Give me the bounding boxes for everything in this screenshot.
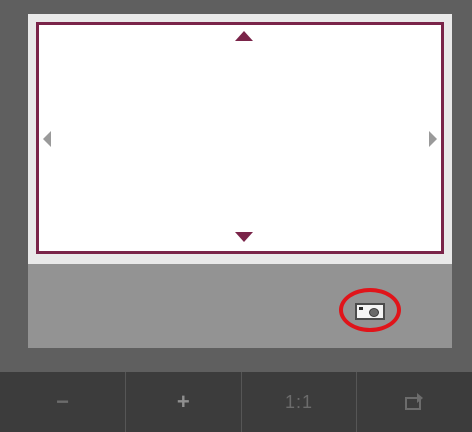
arrow-left-icon[interactable] <box>43 131 51 147</box>
zoom-in-label: + <box>176 389 190 414</box>
actual-size-button[interactable]: 1:1 <box>242 372 358 432</box>
zoom-out-button[interactable]: − <box>0 372 126 432</box>
crop-area[interactable] <box>36 22 444 254</box>
camera-button[interactable] <box>339 288 401 332</box>
zoom-in-button[interactable]: + <box>126 372 242 432</box>
preview-frame <box>28 14 452 264</box>
camera-lens <box>369 308 379 317</box>
bottom-toolbar: − + 1:1 <box>0 372 472 432</box>
arrow-right-icon[interactable] <box>429 131 437 147</box>
rotate-icon <box>404 393 425 411</box>
rotate-button[interactable] <box>357 372 472 432</box>
arrow-down-icon[interactable] <box>235 232 253 242</box>
actual-size-label: 1:1 <box>284 391 314 412</box>
camera-flash <box>359 307 363 310</box>
zoom-out-label: − <box>56 389 69 414</box>
camera-icon <box>355 303 385 320</box>
arrow-up-icon[interactable] <box>235 31 253 41</box>
